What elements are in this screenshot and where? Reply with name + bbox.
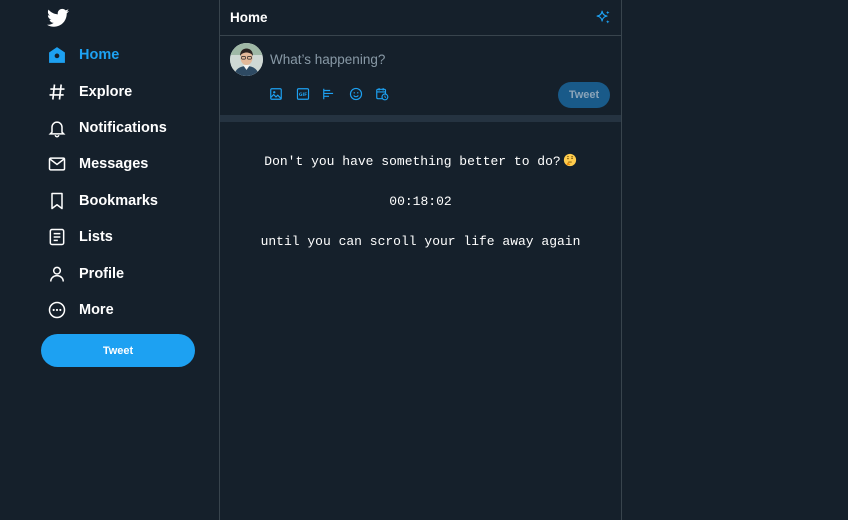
- right-column: [622, 0, 848, 520]
- message-line-1-text: Don't you have something better to do?: [264, 154, 561, 169]
- bell-icon: [47, 118, 67, 138]
- nav-label-explore: Explore: [79, 83, 133, 100]
- nav-label-more: More: [79, 301, 114, 318]
- poll-icon[interactable]: [322, 87, 336, 101]
- nav-label-messages: Messages: [79, 156, 149, 173]
- nav-item-explore[interactable]: Explore: [37, 73, 167, 109]
- thinking-face-icon: [563, 153, 576, 167]
- hashtag-icon: [47, 82, 67, 102]
- person-icon: [47, 264, 67, 284]
- nav-item-lists[interactable]: Lists: [37, 219, 167, 255]
- primary-nav: Home Explore Notifications Messages Book…: [37, 37, 167, 328]
- twitter-bird-icon[interactable]: [47, 8, 69, 28]
- nav-label-notifications: Notifications: [79, 119, 167, 136]
- compose-input[interactable]: [270, 49, 600, 69]
- avatar[interactable]: [230, 43, 263, 76]
- list-icon: [47, 227, 67, 247]
- more-circle-icon: [47, 300, 67, 320]
- message-line-1: Don't you have something better to do?: [220, 153, 621, 169]
- envelope-icon: [47, 154, 67, 174]
- countdown-timer: 00:18:02: [389, 194, 452, 209]
- main-header: Home: [220, 0, 621, 36]
- page-title: Home: [230, 10, 268, 25]
- image-icon[interactable]: [269, 87, 283, 101]
- nav-label-lists: Lists: [79, 229, 113, 246]
- svg-text:GIF: GIF: [298, 92, 306, 98]
- main-column: Home What’s happening? GIF Tweet Don't y…: [219, 0, 622, 520]
- section-divider: [220, 115, 621, 122]
- nav-item-profile[interactable]: Profile: [37, 255, 167, 291]
- bookmark-icon: [47, 191, 67, 211]
- nav-item-more[interactable]: More: [37, 292, 167, 328]
- schedule-icon[interactable]: [375, 87, 389, 101]
- nav-label-home: Home: [79, 47, 120, 64]
- nav-label-profile: Profile: [79, 265, 125, 282]
- app: Home Explore Notifications Messages Book…: [0, 0, 848, 520]
- nav-item-bookmarks[interactable]: Bookmarks: [37, 183, 167, 219]
- sparkle-icon[interactable]: [595, 9, 612, 26]
- sidebar: Home Explore Notifications Messages Book…: [0, 0, 219, 520]
- nav-item-notifications[interactable]: Notifications: [37, 110, 167, 146]
- composer-toolbar: GIF: [269, 87, 402, 101]
- sidebar-tweet-button[interactable]: Tweet: [41, 334, 195, 367]
- compose-tweet-button[interactable]: Tweet: [558, 82, 610, 108]
- nav-label-bookmarks: Bookmarks: [79, 192, 158, 209]
- nav-item-home[interactable]: Home: [37, 37, 167, 73]
- emoji-icon[interactable]: [349, 87, 363, 101]
- gif-icon[interactable]: GIF: [296, 87, 310, 101]
- message-line-2: until you can scroll your life away agai…: [260, 234, 581, 249]
- nav-item-messages[interactable]: Messages: [37, 146, 167, 182]
- home-icon: [47, 45, 67, 65]
